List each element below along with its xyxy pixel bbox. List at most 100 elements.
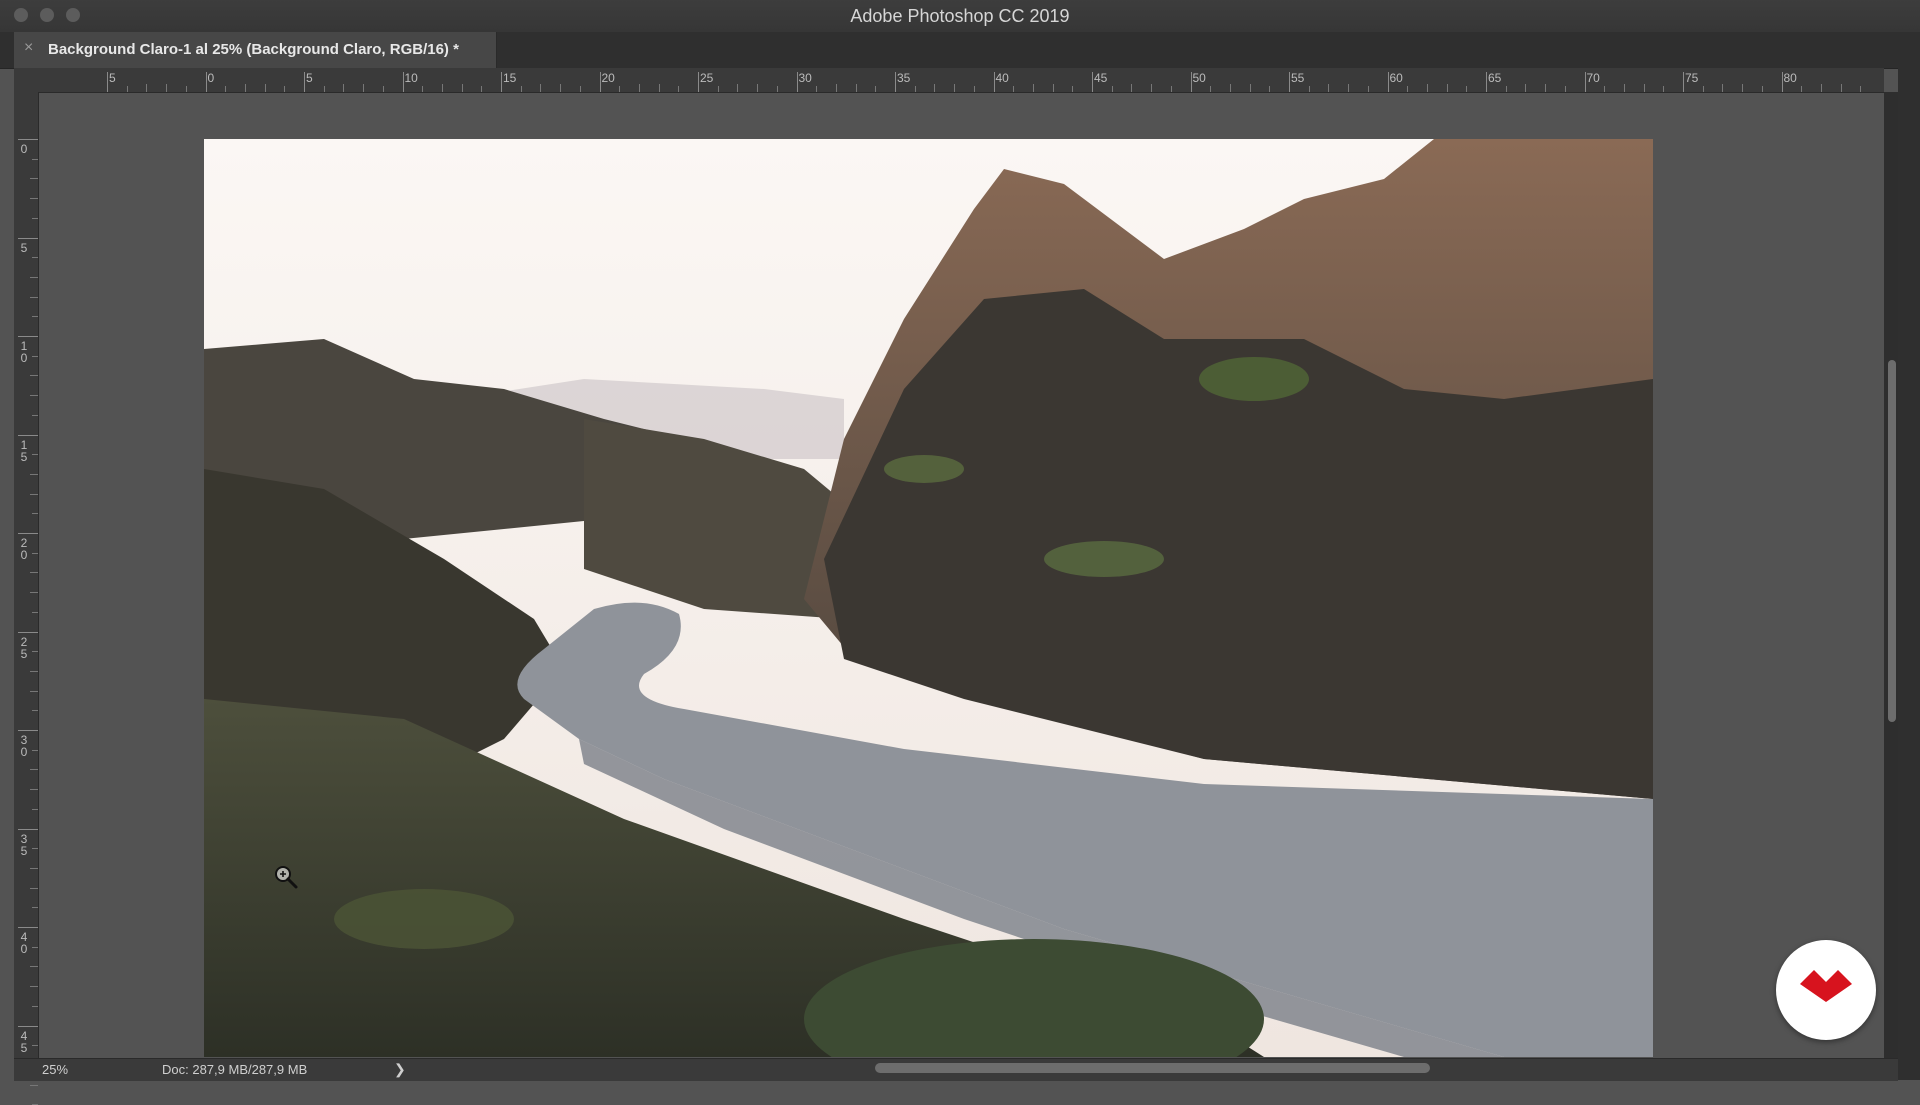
ruler-v-minor-tick [32, 907, 38, 909]
ruler-h-label: 70 [1586, 71, 1600, 85]
ruler-h-minor-tick [875, 86, 877, 92]
ruler-v-label: 5 [20, 240, 28, 255]
ruler-v-minor-tick [32, 316, 38, 318]
ruler-h-tick [599, 72, 601, 92]
ruler-h-label: 30 [798, 71, 812, 85]
ruler-h-minor-tick [1860, 86, 1862, 92]
ruler-h-tick [1387, 72, 1389, 92]
ruler-h-minor-tick [343, 84, 345, 92]
ruler-h-minor-tick [1426, 84, 1428, 92]
ruler-h-minor-tick [1643, 84, 1645, 92]
ruler-v-minor-tick [32, 158, 38, 160]
ruler-h-minor-tick [1131, 84, 1133, 92]
ruler-h-minor-tick [126, 86, 128, 92]
horizontal-scrollbar-thumb[interactable] [875, 1063, 1430, 1073]
ruler-v-label: 3 5 [20, 831, 28, 858]
ruler-h-minor-tick [1348, 84, 1350, 92]
ruler-h-minor-tick [1663, 86, 1665, 92]
ruler-h-minor-tick [1111, 86, 1113, 92]
ruler-h-minor-tick [520, 86, 522, 92]
ruler-v-minor-tick [32, 710, 38, 712]
status-menu-arrow-icon[interactable]: ❯ [394, 1061, 406, 1078]
ruler-h-minor-tick [146, 84, 148, 92]
ruler-v-label: 1 0 [20, 339, 28, 365]
zoom-level[interactable]: 25% [42, 1062, 68, 1077]
vertical-ruler[interactable]: 0 5 1 0 1 5 2 0 2 5 3 0 3 5 4 0 4 5 [14, 92, 39, 1105]
ruler-h-minor-tick [166, 84, 168, 92]
ruler-h-minor-tick [481, 86, 483, 92]
ruler-h-minor-tick [284, 86, 286, 92]
horizontal-ruler[interactable]: 5 0 5 10 15 20 25 30 35 40 45 50 55 60 65 70 75 80 [38, 68, 1884, 93]
document-image[interactable] [204, 139, 1653, 1057]
document-info[interactable]: Doc: 287,9 MB/287,9 MB [162, 1062, 307, 1077]
zoom-in-icon [274, 865, 300, 896]
ruler-h-minor-tick [1032, 84, 1034, 92]
ruler-h-minor-tick [1604, 86, 1606, 92]
ruler-h-label: 25 [700, 71, 714, 85]
panel-edge [1898, 32, 1920, 1080]
ruler-h-minor-tick [1623, 84, 1625, 92]
ruler-h-minor-tick [1170, 86, 1172, 92]
tab-close-icon[interactable]: × [24, 39, 33, 57]
ruler-h-label: 55 [1291, 71, 1305, 85]
ruler-v-minor-tick [30, 966, 38, 968]
ruler-h-minor-tick [934, 84, 936, 92]
ruler-h-minor-tick [835, 84, 837, 92]
ruler-h-label: 50 [1192, 71, 1206, 85]
ruler-h-tick [107, 72, 108, 92]
ruler-h-minor-tick [461, 84, 463, 92]
ruler-h-label: 75 [1685, 71, 1699, 85]
ruler-v-minor-tick [30, 789, 38, 791]
ruler-origin[interactable] [14, 68, 38, 92]
ruler-v-label: 4 0 [20, 930, 28, 956]
ruler-v-minor-tick [30, 296, 38, 298]
title-bar: Adobe Photoshop CC 2019 [0, 0, 1920, 33]
ruler-h-minor-tick [1564, 86, 1566, 92]
ruler-v-minor-tick [32, 414, 38, 416]
vertical-scrollbar-thumb[interactable] [1888, 360, 1896, 722]
ruler-v-minor-tick [32, 651, 38, 653]
ruler-v-minor-tick [30, 572, 38, 574]
ruler-h-tick [1486, 72, 1487, 92]
ruler-v-minor-tick [32, 217, 38, 219]
ruler-h-tick [402, 72, 404, 92]
document-tab[interactable]: × Background Claro-1 al 25% (Background … [14, 32, 497, 68]
ruler-h-label: 35 [897, 71, 911, 85]
ruler-h-minor-tick [1072, 86, 1074, 92]
ruler-h-label: 5 [306, 71, 313, 85]
ruler-h-tick [1584, 72, 1586, 92]
ruler-h-minor-tick [717, 86, 719, 92]
ruler-h-minor-tick [1052, 84, 1054, 92]
ruler-v-tick [18, 631, 38, 633]
ruler-h-minor-tick [1328, 84, 1330, 92]
ruler-v-label: 1 5 [20, 437, 28, 464]
ruler-h-minor-tick [579, 86, 581, 92]
ruler-h-minor-tick [658, 84, 660, 92]
ruler-v-tick [18, 730, 38, 731]
ruler-h-minor-tick [855, 84, 857, 92]
ruler-v-minor-tick [30, 1084, 38, 1086]
ruler-h-tick [698, 72, 699, 92]
ruler-h-minor-tick [560, 84, 562, 92]
ruler-h-tick [1683, 72, 1684, 92]
ruler-v-minor-tick [30, 690, 38, 692]
ruler-v-label: 2 0 [20, 536, 28, 562]
ruler-v-tick [18, 336, 38, 337]
ruler-v-minor-tick [30, 592, 38, 594]
ruler-h-minor-tick [1840, 84, 1842, 92]
ruler-h-tick [1289, 72, 1290, 92]
ruler-h-minor-tick [1525, 84, 1527, 92]
ruler-v-label: 0 [20, 142, 28, 156]
ruler-h-label: 65 [1488, 71, 1502, 85]
ruler-v-minor-tick [32, 552, 38, 554]
ruler-v-tick [18, 434, 38, 436]
ruler-h-minor-tick [363, 84, 365, 92]
app-title: Adobe Photoshop CC 2019 [850, 6, 1070, 26]
ruler-h-label: 0 [207, 71, 215, 85]
ruler-h-label: 45 [1094, 71, 1108, 85]
ruler-v-minor-tick [32, 355, 38, 357]
ruler-h-minor-tick [244, 84, 246, 92]
ruler-v-minor-tick [32, 611, 38, 613]
ruler-h-minor-tick [540, 84, 542, 92]
ruler-v-tick [18, 828, 38, 830]
